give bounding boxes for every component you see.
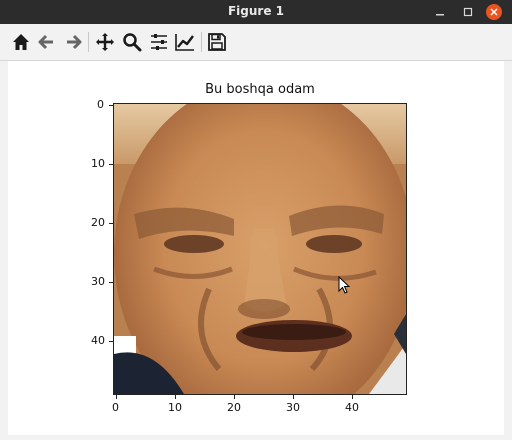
- configure-subplots-button[interactable]: [148, 31, 170, 53]
- y-tick-label: 0: [97, 98, 104, 111]
- back-button[interactable]: [36, 31, 58, 53]
- y-tick: [109, 282, 113, 283]
- back-arrow-icon: [38, 34, 53, 50]
- x-tick-label: 0: [112, 401, 119, 414]
- y-tick-label: 40: [91, 334, 105, 347]
- y-tick: [109, 105, 113, 106]
- x-tick-label: 20: [227, 401, 241, 414]
- forward-button[interactable]: [62, 31, 84, 53]
- edit-axis-button[interactable]: [174, 31, 196, 53]
- x-tick: [234, 395, 235, 399]
- maximize-button[interactable]: [460, 4, 476, 20]
- configure-subplots-icon: [151, 34, 167, 50]
- zoom-button[interactable]: [121, 31, 143, 53]
- toolbar-separator: [201, 32, 202, 52]
- x-tick-label: 30: [286, 401, 300, 414]
- home-icon: [13, 34, 29, 50]
- zoom-icon: [123, 33, 142, 52]
- pan-button[interactable]: [94, 31, 116, 53]
- close-button[interactable]: [486, 4, 502, 20]
- title-bar[interactable]: Figure 1: [0, 0, 512, 24]
- y-tick: [109, 341, 113, 342]
- y-tick-label: 20: [91, 216, 105, 229]
- x-tick: [116, 395, 117, 399]
- save-icon: [208, 33, 226, 51]
- toolbar-separator: [88, 32, 89, 52]
- home-button[interactable]: [10, 31, 32, 53]
- minimize-icon: [436, 14, 444, 16]
- x-tick-label: 10: [168, 401, 182, 414]
- y-tick: [109, 223, 113, 224]
- save-button[interactable]: [206, 31, 228, 53]
- minimize-button[interactable]: [432, 4, 448, 20]
- y-tick-label: 10: [91, 157, 105, 170]
- y-tick: [109, 164, 113, 165]
- x-tick-label: 40: [345, 401, 359, 414]
- edit-axis-icon: [175, 34, 194, 51]
- navigation-toolbar: [0, 24, 512, 61]
- close-icon: [490, 8, 498, 16]
- y-tick-label: 30: [91, 275, 105, 288]
- x-tick: [175, 395, 176, 399]
- image-axes[interactable]: [113, 103, 407, 395]
- forward-arrow-icon: [67, 34, 82, 50]
- maximize-icon: [463, 7, 473, 17]
- figure-window: Figure 1 Bu boshqa odam 0 10 20 30 40 0 …: [0, 0, 512, 440]
- face-image: [114, 104, 406, 394]
- pan-icon: [96, 33, 114, 51]
- x-tick: [352, 395, 353, 399]
- x-tick: [293, 395, 294, 399]
- mouse-pointer-icon: [338, 276, 350, 294]
- plot-title: Bu boshqa odam: [205, 82, 315, 97]
